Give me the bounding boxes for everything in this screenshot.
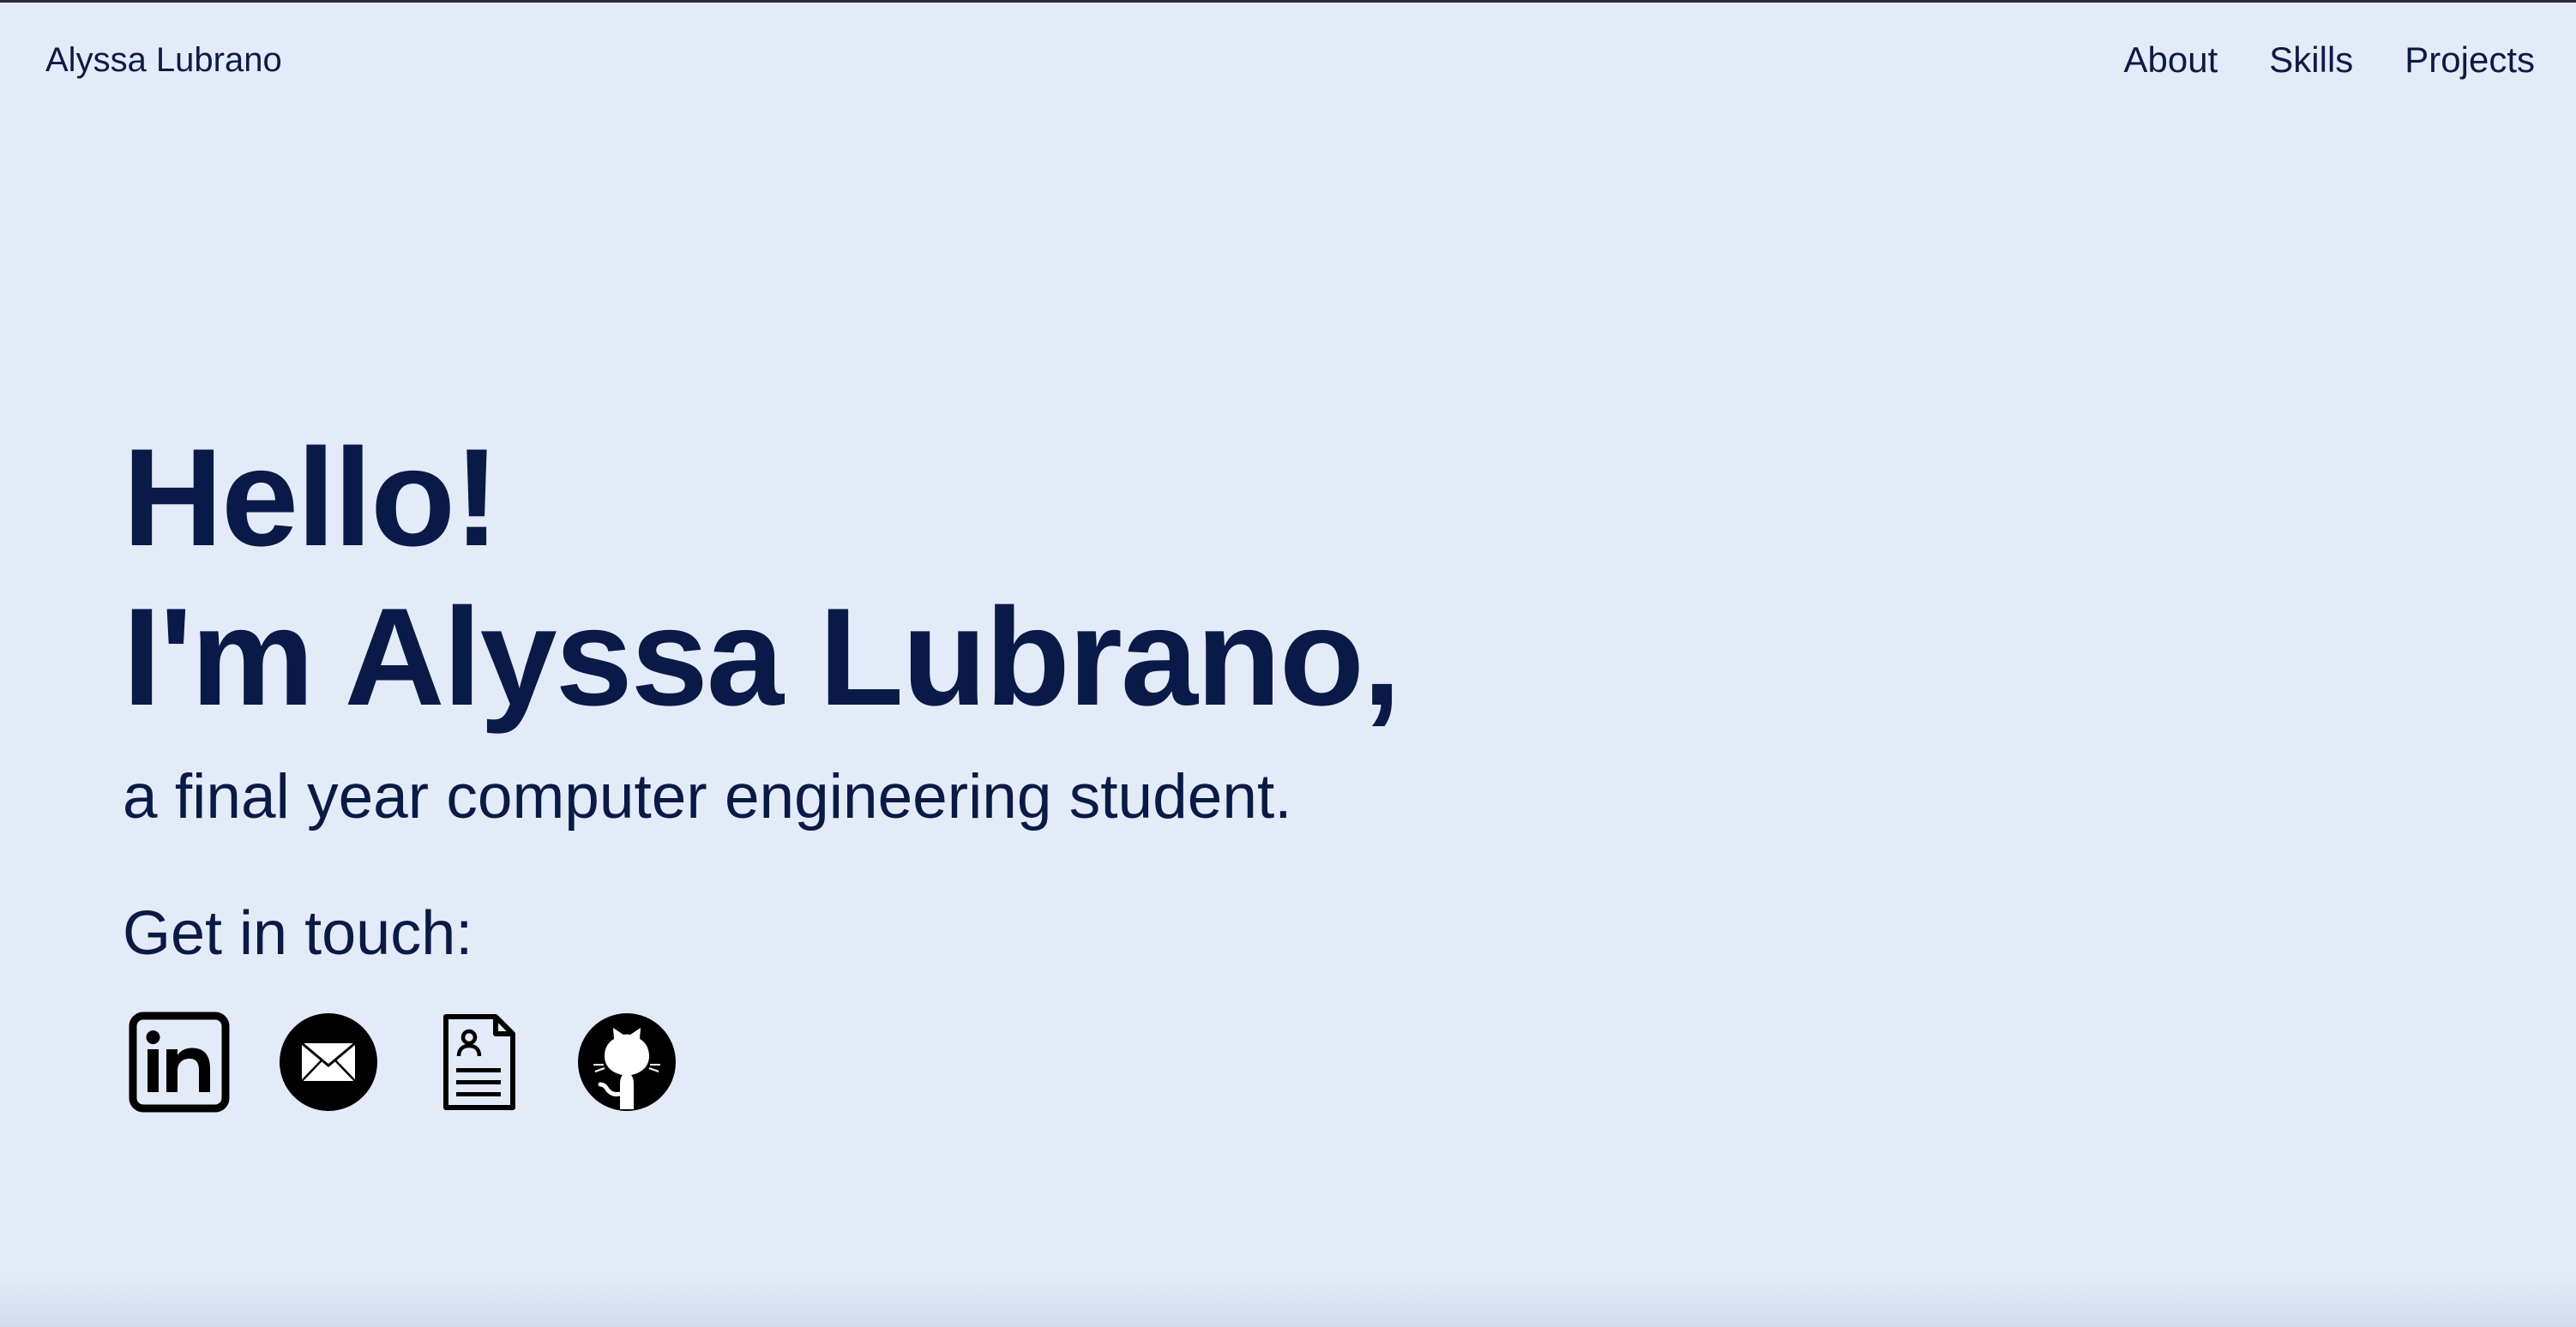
hero-intro: I'm Alyssa Lubrano,: [123, 579, 1401, 735]
nav-link-about[interactable]: About: [2124, 39, 2218, 81]
nav-link-projects[interactable]: Projects: [2404, 39, 2535, 81]
github-icon: [578, 1013, 676, 1111]
section-divider-shadow: [0, 1276, 2576, 1327]
email-icon: [280, 1013, 377, 1111]
nav-links: About Skills Projects: [2124, 39, 2536, 81]
resume-link[interactable]: [427, 1012, 528, 1113]
email-link[interactable]: [278, 1012, 379, 1113]
page: Alyssa Lubrano About Skills Projects Hel…: [0, 0, 2576, 1327]
hero-greeting: Hello!: [123, 420, 500, 575]
hero-subtitle: a final year computer engineering studen…: [123, 762, 1292, 832]
resume-icon: [443, 1014, 515, 1110]
contact-icons: [129, 1012, 677, 1113]
brand-link[interactable]: Alyssa Lubrano: [45, 41, 282, 80]
contact-label: Get in touch:: [123, 899, 473, 968]
github-link[interactable]: [576, 1012, 677, 1113]
linkedin-link[interactable]: [129, 1012, 230, 1113]
hero-heading: Hello! I'm Alyssa Lubrano,: [123, 418, 1401, 737]
navbar: Alyssa Lubrano About Skills Projects: [0, 0, 2576, 120]
linkedin-icon: [129, 1012, 230, 1113]
nav-link-skills[interactable]: Skills: [2269, 39, 2353, 81]
